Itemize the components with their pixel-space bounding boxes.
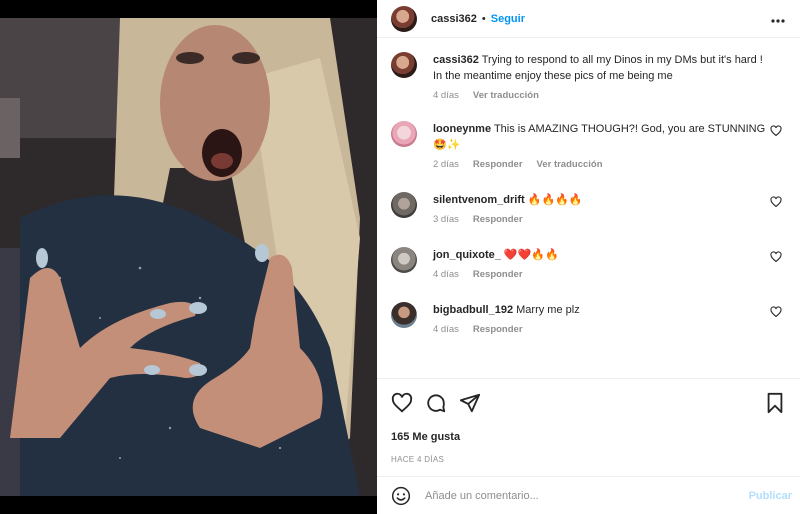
avatar[interactable] xyxy=(391,302,417,328)
comment-item: bigbadbull_192 Marry me plz 4 días Respo… xyxy=(391,302,786,335)
comment-meta: 4 días Responder xyxy=(433,269,768,280)
comment-body: bigbadbull_192 Marry me plz 4 días Respo… xyxy=(433,302,786,335)
post-header: cassi362 • Seguir xyxy=(377,0,800,38)
avatar[interactable] xyxy=(391,5,417,32)
caption-time[interactable]: 4 días xyxy=(433,90,459,101)
comment-meta: 2 días Responder Ver traducción xyxy=(433,159,768,170)
translate-link[interactable]: Ver traducción xyxy=(473,90,539,101)
comment-input[interactable]: Añade un comentario... xyxy=(425,490,749,502)
comment-username[interactable]: bigbadbull_192 xyxy=(433,304,513,316)
comment-text: looneynme This is AMAZING THOUGH?! God, … xyxy=(433,121,768,153)
bookmark-icon[interactable] xyxy=(764,392,786,414)
reply-link[interactable]: Responder xyxy=(473,159,523,170)
post-author-username[interactable]: cassi362 xyxy=(431,13,477,25)
heart-icon[interactable] xyxy=(770,125,782,137)
photo-illustration xyxy=(0,18,377,496)
instagram-post: cassi362 • Seguir cassi362 Trying to res… xyxy=(0,0,800,514)
add-comment-bar: Añade un comentario... Publicar xyxy=(377,476,800,514)
heart-icon[interactable] xyxy=(770,196,782,208)
reply-link[interactable]: Responder xyxy=(473,324,523,335)
comment-time[interactable]: 4 días xyxy=(433,269,459,280)
publish-button[interactable]: Publicar xyxy=(749,490,792,502)
caption-username[interactable]: cassi362 xyxy=(433,54,479,66)
caption-body: cassi362 Trying to respond to all my Din… xyxy=(433,52,786,101)
avatar[interactable] xyxy=(391,247,417,273)
post-caption: cassi362 Trying to respond to all my Din… xyxy=(391,52,786,101)
post-media xyxy=(0,0,377,514)
post-actions: 165 Me gusta HACE 4 DÍAS xyxy=(377,378,800,464)
comment-icon[interactable] xyxy=(425,392,447,414)
more-icon[interactable] xyxy=(771,11,785,27)
comment-item: jon_quixote_ ❤️❤️🔥🔥 4 días Responder xyxy=(391,247,786,280)
heart-icon[interactable] xyxy=(770,306,782,318)
caption-text: cassi362 Trying to respond to all my Din… xyxy=(433,52,768,84)
comment-text: silentvenom_drift 🔥🔥🔥🔥 xyxy=(433,192,768,208)
post-time[interactable]: HACE 4 DÍAS xyxy=(391,455,786,464)
share-icon[interactable] xyxy=(459,392,481,414)
comment-content: Marry me plz xyxy=(516,304,580,316)
comment-time[interactable]: 3 días xyxy=(433,214,459,225)
comment-username[interactable]: looneynme xyxy=(433,123,491,135)
reply-link[interactable]: Responder xyxy=(473,269,523,280)
separator-dot: • xyxy=(481,12,486,25)
avatar[interactable] xyxy=(391,121,417,147)
comment-content: 🔥🔥🔥🔥 xyxy=(527,194,583,206)
comment-content: ❤️❤️🔥🔥 xyxy=(503,249,559,261)
comment-username[interactable]: jon_quixote_ xyxy=(433,249,501,261)
post-side-panel: cassi362 • Seguir cassi362 Trying to res… xyxy=(377,0,800,514)
comment-item: looneynme This is AMAZING THOUGH?! God, … xyxy=(391,121,786,170)
heart-icon[interactable] xyxy=(391,392,413,414)
emoji-icon[interactable] xyxy=(391,486,411,506)
post-photo[interactable] xyxy=(0,18,377,496)
comment-meta: 4 días Responder xyxy=(433,324,768,335)
comment-body: looneynme This is AMAZING THOUGH?! God, … xyxy=(433,121,786,170)
comment-time[interactable]: 4 días xyxy=(433,324,459,335)
comments-list[interactable]: cassi362 Trying to respond to all my Din… xyxy=(377,38,800,378)
comment-text: jon_quixote_ ❤️❤️🔥🔥 xyxy=(433,247,768,263)
comment-text: bigbadbull_192 Marry me plz xyxy=(433,302,768,318)
comment-body: silentvenom_drift 🔥🔥🔥🔥 3 días Responder xyxy=(433,192,786,225)
action-icons xyxy=(391,391,786,415)
translate-link[interactable]: Ver traducción xyxy=(537,159,603,170)
follow-button[interactable]: Seguir xyxy=(491,13,525,25)
likes-count[interactable]: 165 Me gusta xyxy=(391,431,786,443)
comment-item: silentvenom_drift 🔥🔥🔥🔥 3 días Responder xyxy=(391,192,786,225)
comment-body: jon_quixote_ ❤️❤️🔥🔥 4 días Responder xyxy=(433,247,786,280)
avatar[interactable] xyxy=(391,52,417,78)
comment-time[interactable]: 2 días xyxy=(433,159,459,170)
caption-meta: 4 días Ver traducción xyxy=(433,90,768,101)
avatar[interactable] xyxy=(391,192,417,218)
comment-username[interactable]: silentvenom_drift xyxy=(433,194,525,206)
caption-content: Trying to respond to all my Dinos in my … xyxy=(433,54,763,82)
reply-link[interactable]: Responder xyxy=(473,214,523,225)
comment-meta: 3 días Responder xyxy=(433,214,768,225)
heart-icon[interactable] xyxy=(770,251,782,263)
